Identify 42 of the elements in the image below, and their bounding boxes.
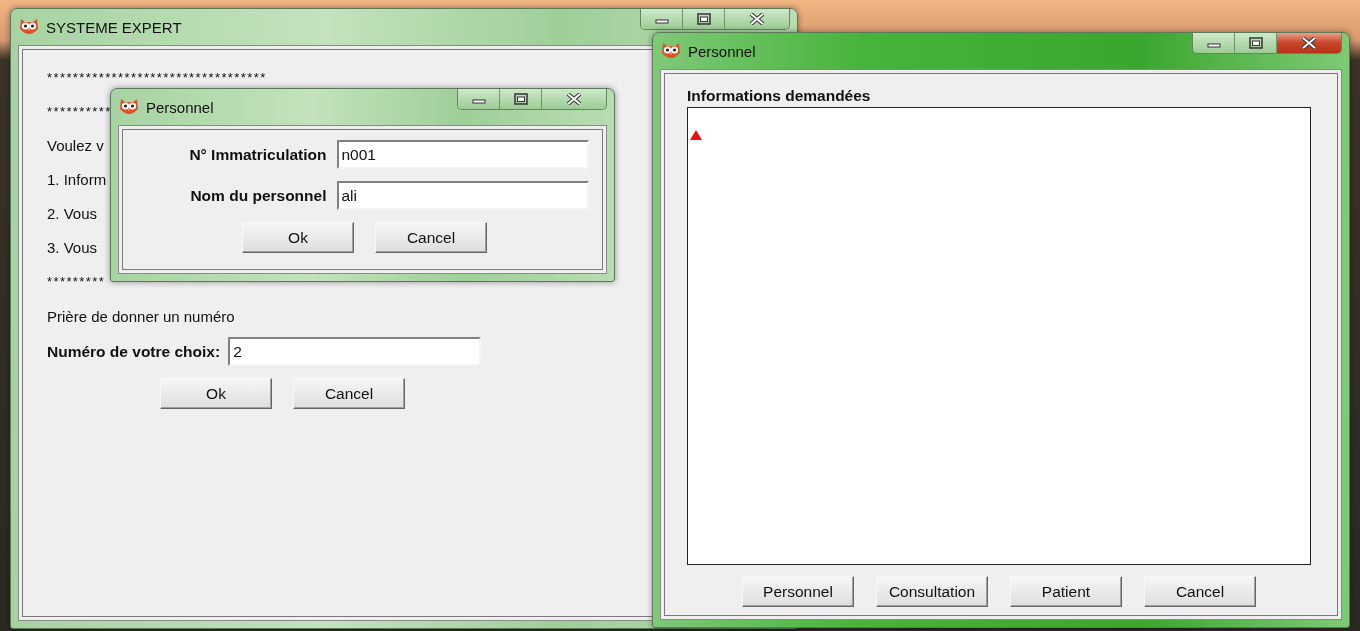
text-line: 2. Vous	[47, 204, 98, 222]
field-label: Nom du personnel	[189, 186, 327, 205]
dialog-button[interactable]: Patient	[1010, 576, 1122, 607]
close-icon	[1301, 37, 1317, 49]
text-line: **********************************	[47, 69, 267, 85]
section-label: Informations demandées	[687, 87, 872, 105]
owl-icon	[660, 41, 682, 61]
dialog-button[interactable]: Personnel	[742, 576, 854, 607]
text-line: 3. Vous	[47, 238, 98, 256]
text-line: **********	[47, 103, 112, 119]
close-button[interactable]	[1277, 33, 1341, 53]
window-title: Personnel	[688, 42, 756, 60]
maximize-icon	[513, 93, 528, 105]
text-line: *********	[47, 273, 106, 289]
input-field[interactable]: n001	[336, 140, 589, 169]
text-line: Voulez v	[47, 136, 104, 154]
close-button[interactable]	[542, 89, 606, 109]
close-button[interactable]	[725, 9, 789, 29]
close-icon	[749, 13, 765, 25]
dialog-button[interactable]: Ok	[242, 222, 354, 253]
close-icon	[566, 93, 582, 105]
input-field[interactable]: ali	[336, 181, 589, 210]
maximize-button[interactable]	[683, 9, 725, 29]
caret-icon	[690, 130, 702, 140]
dialog-button[interactable]: Cancel	[1144, 576, 1256, 607]
text-line: 1. Inform	[47, 170, 107, 188]
window-title: Personnel	[146, 98, 214, 116]
window-title: SYSTEME EXPERT	[46, 18, 182, 36]
dialog-button[interactable]: Consultation	[876, 576, 988, 607]
dialog-button[interactable]: Ok	[160, 378, 272, 409]
maximize-button[interactable]	[1235, 33, 1277, 53]
field-label: N° Immatriculation	[188, 145, 327, 164]
field-label: Numéro de votre choix:	[47, 342, 221, 361]
dialog-button[interactable]: Cancel	[293, 378, 405, 409]
owl-icon	[18, 17, 40, 37]
maximize-icon	[1248, 37, 1263, 49]
choice-field[interactable]: 2	[228, 337, 482, 366]
maximize-button[interactable]	[500, 89, 542, 109]
owl-icon	[118, 97, 140, 117]
prompt-text: Prière de donner un numéro	[47, 307, 235, 325]
dialog-button[interactable]: Cancel	[375, 222, 487, 253]
maximize-icon	[696, 13, 711, 25]
